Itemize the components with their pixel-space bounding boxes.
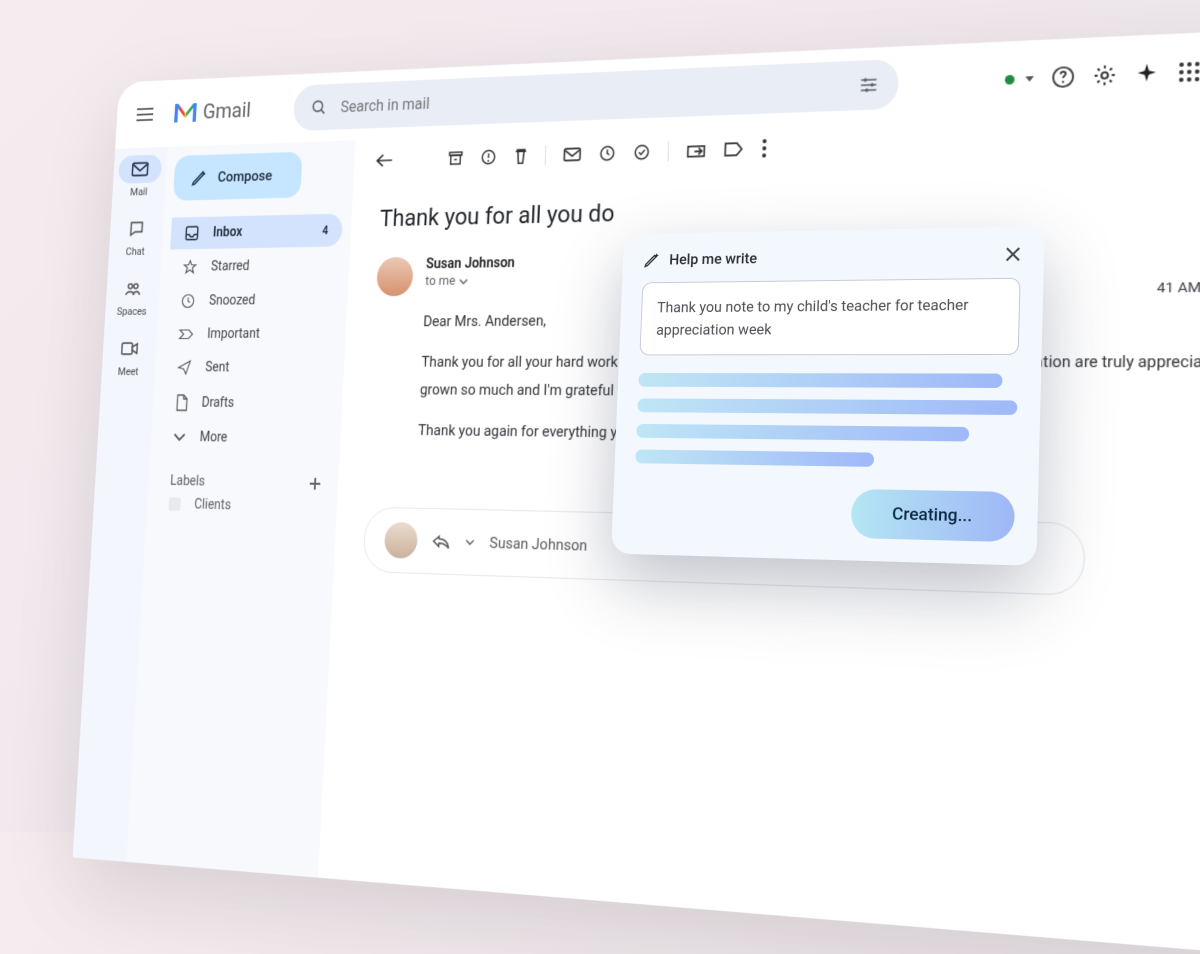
app-name: Gmail — [202, 98, 251, 123]
sidebar-item-snoozed[interactable]: Snoozed — [166, 283, 339, 317]
clock-icon — [180, 293, 196, 310]
label-icon[interactable] — [723, 141, 743, 158]
search-options-icon[interactable] — [857, 73, 880, 97]
pencil-icon — [190, 168, 208, 187]
label-clients-text: Clients — [194, 497, 232, 513]
compose-button[interactable]: Compose — [173, 152, 303, 201]
search-input[interactable] — [340, 76, 843, 115]
rail-mail[interactable]: Mail — [117, 155, 162, 199]
apps-grid-icon[interactable] — [1177, 59, 1200, 84]
gmail-logo: Gmail — [174, 98, 252, 124]
rail-spaces[interactable]: Spaces — [110, 274, 155, 318]
toolbar-separator — [545, 145, 547, 165]
mail-subject: Thank you for all you do — [379, 181, 1200, 232]
star-icon — [182, 258, 198, 275]
add-task-icon[interactable] — [633, 143, 651, 162]
close-icon[interactable] — [1004, 246, 1021, 263]
reply-arrow-icon — [432, 534, 451, 551]
rail-meet[interactable]: Meet — [106, 334, 152, 377]
hmw-title: Help me write — [669, 249, 757, 268]
sparkle-icon[interactable] — [1135, 61, 1160, 86]
help-icon[interactable] — [1051, 65, 1075, 89]
rail-mail-label: Mail — [130, 186, 148, 199]
reply-avatar — [384, 522, 418, 559]
compose-label: Compose — [217, 167, 272, 186]
sidebar-item-starred[interactable]: Starred — [168, 248, 341, 283]
hmw-creating-button[interactable]: Creating... — [851, 489, 1016, 542]
more-icon[interactable] — [761, 138, 768, 159]
hmw-prompt-text: Thank you note to my child's teacher for… — [656, 296, 969, 339]
magic-pencil-icon — [643, 251, 660, 269]
spam-icon[interactable] — [480, 148, 497, 166]
skeleton-line — [635, 449, 874, 466]
sent-icon — [176, 359, 192, 376]
sidebar-item-drafts[interactable]: Drafts — [160, 385, 334, 421]
rail-spaces-label: Spaces — [117, 305, 147, 317]
skeleton-line — [637, 398, 1017, 415]
delete-icon[interactable] — [513, 146, 529, 166]
move-to-icon[interactable] — [686, 142, 706, 159]
snooze-icon[interactable] — [598, 144, 616, 163]
sidebar-inbox-label: Inbox — [213, 225, 243, 241]
add-label-button[interactable] — [308, 476, 323, 492]
sidebar-starred-label: Starred — [211, 259, 250, 275]
sidebar-drafts-label: Drafts — [201, 395, 234, 411]
chevron-down-icon[interactable] — [459, 278, 468, 284]
gmail-m-icon — [174, 103, 197, 122]
skeleton-line — [636, 424, 969, 442]
sidebar-inbox-badge: 4 — [322, 224, 329, 238]
status-caret-icon[interactable] — [1026, 76, 1035, 82]
to-line: to me — [425, 274, 456, 289]
rail-chat-label: Chat — [125, 245, 145, 257]
skeleton-line — [638, 373, 1002, 388]
search-bar[interactable] — [293, 59, 900, 131]
status-active-dot — [1005, 74, 1015, 84]
sidebar-item-important[interactable]: Important — [164, 318, 337, 349]
hmw-button-label: Creating... — [892, 504, 973, 526]
label-swatch-icon — [169, 497, 182, 511]
sidebar-item-more[interactable]: More — [158, 422, 332, 455]
drafts-icon — [174, 393, 189, 412]
back-icon[interactable] — [375, 152, 394, 168]
sidebar-more-label: More — [199, 430, 227, 446]
label-clients[interactable]: Clients — [155, 488, 329, 523]
mail-time: 41 AM — [1157, 279, 1200, 297]
menu-button[interactable] — [127, 95, 162, 133]
hmw-skeleton — [635, 373, 1018, 469]
sidebar-item-sent[interactable]: Sent — [162, 351, 336, 384]
rail-meet-label: Meet — [118, 366, 139, 378]
sidebar-item-inbox[interactable]: Inbox 4 — [170, 214, 343, 250]
sidebar-sent-label: Sent — [205, 360, 230, 375]
archive-icon[interactable] — [447, 149, 464, 167]
sidebar-important-label: Important — [207, 326, 260, 342]
sidebar-snoozed-label: Snoozed — [209, 293, 256, 309]
reply-to-name: Susan Johnson — [489, 534, 588, 555]
chevron-down-icon — [172, 432, 186, 442]
important-icon — [178, 328, 194, 341]
labels-header: Labels — [170, 473, 206, 489]
gear-icon[interactable] — [1093, 63, 1118, 87]
inbox-icon — [184, 225, 200, 242]
help-me-write-panel: Help me write Thank you note to my child… — [611, 226, 1045, 566]
mark-unread-icon[interactable] — [562, 146, 582, 162]
sender-avatar — [376, 257, 414, 297]
toolbar-separator-2 — [667, 141, 669, 161]
search-icon — [309, 97, 329, 119]
reply-caret-icon[interactable] — [465, 540, 475, 546]
rail-chat[interactable]: Chat — [114, 214, 159, 258]
hmw-prompt-input[interactable]: Thank you note to my child's teacher for… — [639, 278, 1020, 356]
